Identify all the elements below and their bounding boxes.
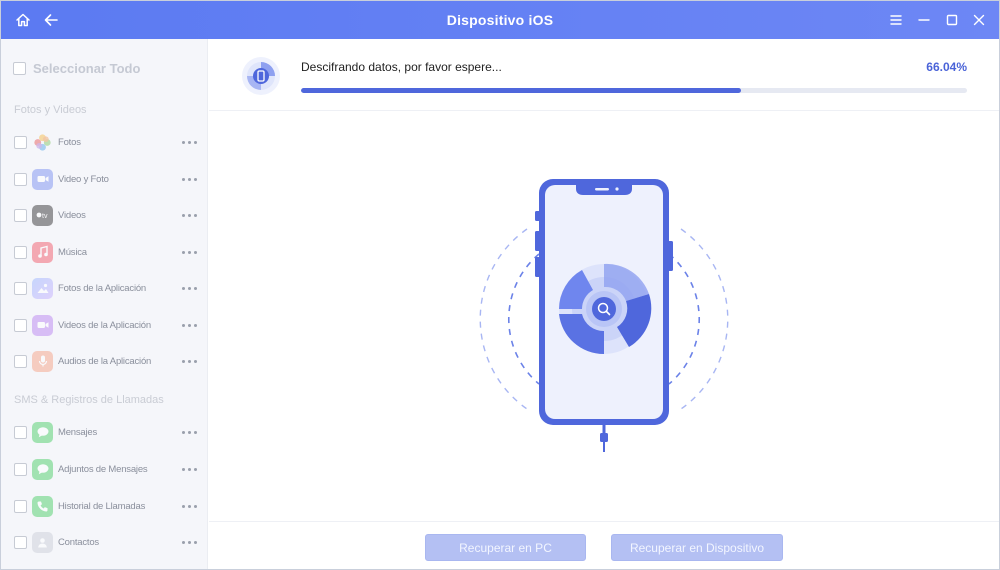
more-options-icon[interactable]: [182, 540, 197, 544]
item-checkbox[interactable]: [14, 425, 27, 439]
item-checkbox[interactable]: [14, 499, 27, 513]
sidebar: Seleccionar Todo Fotos y Videos Fotos Vi…: [1, 39, 208, 569]
maximize-icon[interactable]: [942, 10, 962, 30]
progress-percent: 66.04%: [926, 60, 967, 74]
progress-bar: [301, 88, 967, 93]
app-videos-icon: [32, 314, 53, 336]
more-options-icon[interactable]: [182, 504, 197, 508]
close-icon[interactable]: [969, 10, 989, 30]
message-attachments-icon: [32, 458, 53, 480]
video-camera-icon: [32, 168, 53, 190]
more-options-icon[interactable]: [182, 323, 197, 327]
item-checkbox[interactable]: [14, 208, 27, 222]
sidebar-item-messages[interactable]: Mensajes: [14, 420, 199, 444]
apple-tv-icon: tv: [32, 204, 53, 226]
more-options-icon[interactable]: [182, 177, 197, 181]
app-photos-icon: [32, 277, 53, 299]
more-options-icon[interactable]: [182, 467, 197, 471]
more-options-icon[interactable]: [182, 250, 197, 254]
more-options-icon[interactable]: [182, 286, 197, 290]
sidebar-item-app-audios[interactable]: Audios de la Aplicación: [14, 349, 199, 373]
sidebar-item-label: Fotos de la Aplicación: [58, 282, 147, 294]
photos-icon: [32, 132, 53, 153]
recover-to-pc-button[interactable]: Recuperar en PC: [425, 534, 586, 561]
phone-scanning-illustration: [479, 179, 729, 452]
select-all-row[interactable]: Seleccionar Todo: [13, 61, 140, 76]
svg-text:tv: tv: [42, 213, 48, 220]
progress-panel: Descifrando datos, por favor espere... 6…: [209, 39, 999, 111]
action-footer: Recuperar en PC Recuperar en Dispositivo: [209, 521, 999, 569]
more-options-icon[interactable]: [182, 430, 197, 434]
sidebar-item-video-photo[interactable]: Video y Foto: [14, 167, 199, 191]
more-options-icon[interactable]: [182, 140, 197, 144]
app-window: Dispositivo iOS Seleccionar Todo Fotos y…: [0, 0, 1000, 570]
phone-icon: [32, 495, 53, 517]
sidebar-item-message-attachments[interactable]: Adjuntos de Mensajes: [14, 457, 199, 481]
microphone-icon: [32, 350, 53, 372]
decrypting-device-icon: [242, 57, 280, 95]
minimize-icon[interactable]: [914, 10, 934, 30]
sidebar-item-label: Fotos: [58, 136, 81, 148]
sidebar-item-label: Videos: [58, 209, 86, 221]
progress-status-text: Descifrando datos, por favor espere...: [301, 60, 502, 74]
sidebar-item-contacts[interactable]: Contactos: [14, 530, 199, 554]
item-checkbox[interactable]: [14, 462, 27, 476]
sidebar-item-label: Mensajes: [58, 426, 98, 438]
sidebar-item-music[interactable]: Música: [14, 240, 199, 264]
title-bar: Dispositivo iOS: [1, 1, 999, 39]
main-panel: Descifrando datos, por favor espere... 6…: [209, 39, 999, 569]
sidebar-item-app-videos[interactable]: Videos de la Aplicación: [14, 313, 199, 337]
section-title-photos-videos: Fotos y Videos: [14, 104, 87, 116]
sidebar-item-call-history[interactable]: Historial de Llamadas: [14, 494, 199, 518]
messages-icon: [32, 421, 53, 443]
sidebar-item-app-photos[interactable]: Fotos de la Aplicación: [14, 276, 199, 300]
item-checkbox[interactable]: [14, 535, 27, 549]
progress-bar-fill: [301, 88, 741, 93]
item-checkbox[interactable]: [14, 281, 27, 295]
select-all-label: Seleccionar Todo: [33, 61, 141, 76]
item-checkbox[interactable]: [14, 135, 27, 149]
sidebar-item-videos[interactable]: tv Videos: [14, 203, 199, 227]
item-checkbox[interactable]: [14, 318, 27, 332]
recover-to-device-button[interactable]: Recuperar en Dispositivo: [611, 534, 783, 561]
more-options-icon[interactable]: [182, 213, 197, 217]
sidebar-item-label: Música: [58, 246, 87, 258]
select-all-checkbox[interactable]: [13, 62, 26, 75]
music-note-icon: [32, 241, 53, 263]
sidebar-item-label: Video y Foto: [58, 173, 109, 185]
sidebar-item-label: Adjuntos de Mensajes: [58, 463, 148, 475]
more-options-icon[interactable]: [182, 359, 197, 363]
sidebar-item-label: Contactos: [58, 536, 99, 548]
window-title: Dispositivo iOS: [446, 12, 554, 28]
item-checkbox[interactable]: [14, 245, 27, 259]
item-checkbox[interactable]: [14, 354, 27, 368]
item-checkbox[interactable]: [14, 172, 27, 186]
sidebar-item-label: Historial de Llamadas: [58, 500, 146, 512]
menu-icon[interactable]: [886, 10, 906, 30]
sidebar-item-photos[interactable]: Fotos: [14, 130, 199, 154]
sidebar-item-label: Videos de la Aplicación: [58, 319, 151, 331]
contacts-icon: [32, 531, 53, 553]
section-title-sms-calls: SMS & Registros de Llamadas: [14, 394, 164, 406]
sidebar-item-label: Audios de la Aplicación: [58, 355, 152, 367]
